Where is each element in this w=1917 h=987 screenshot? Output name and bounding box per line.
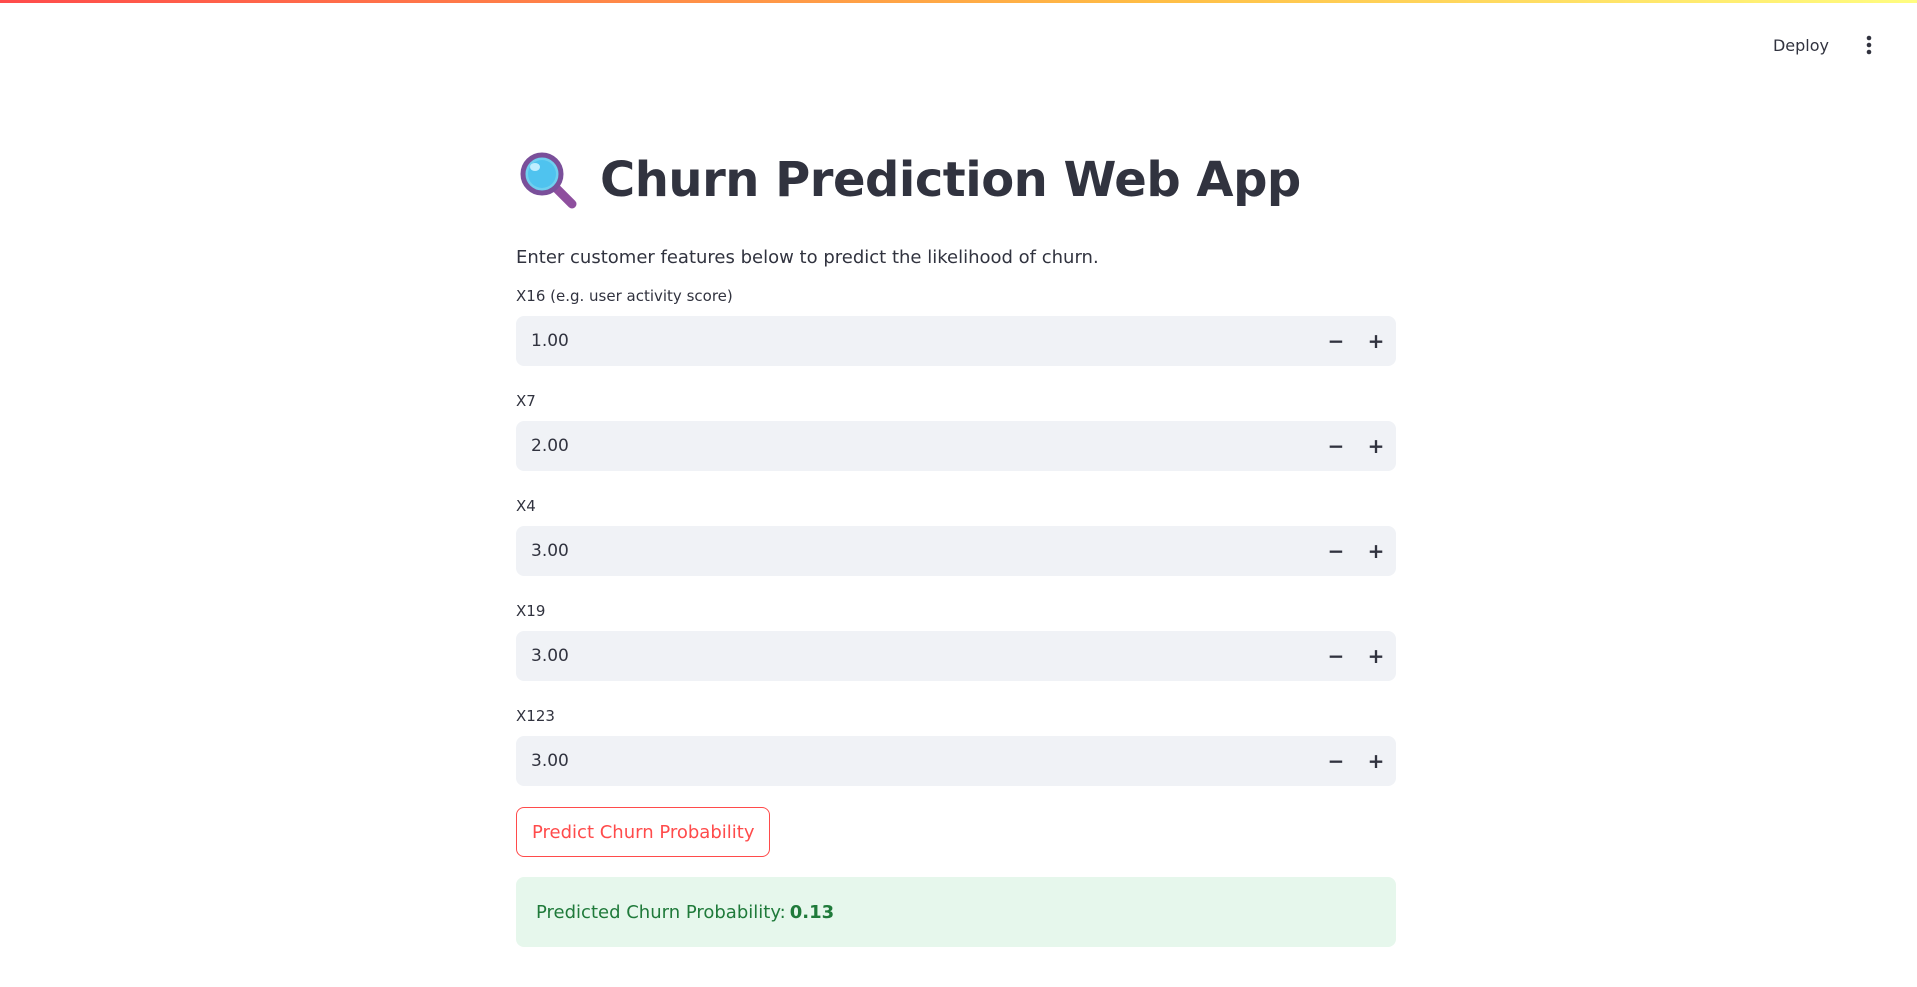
magnifying-glass-icon <box>516 148 580 212</box>
title-row: Churn Prediction Web App <box>516 140 1396 220</box>
result-value: 0.13 <box>789 901 835 923</box>
decrement-button[interactable]: − <box>1316 526 1356 576</box>
predict-churn-button[interactable]: Predict Churn Probability <box>516 807 771 857</box>
field-label: X123 <box>516 707 555 725</box>
decrement-button[interactable]: − <box>1316 316 1356 366</box>
kebab-menu-icon[interactable] <box>1859 30 1879 60</box>
field-x4: X4 − + <box>516 496 1396 576</box>
top-decoration-bar <box>0 0 1917 3</box>
field-label: X4 <box>516 497 536 515</box>
decrement-button[interactable]: − <box>1316 421 1356 471</box>
number-input: − + <box>516 526 1396 576</box>
deploy-button[interactable]: Deploy <box>1765 32 1837 59</box>
increment-button[interactable]: + <box>1356 316 1396 366</box>
x7-input[interactable] <box>516 435 1316 457</box>
number-input: − + <box>516 631 1396 681</box>
field-x19: X19 − + <box>516 601 1396 681</box>
field-label: X16 (e.g. user activity score) <box>516 287 733 305</box>
main-content: Churn Prediction Web App Enter customer … <box>516 140 1396 947</box>
header-toolbar: Deploy <box>1765 30 1879 60</box>
increment-button[interactable]: + <box>1356 526 1396 576</box>
x4-input[interactable] <box>516 540 1316 562</box>
decrement-button[interactable]: − <box>1316 631 1356 681</box>
increment-button[interactable]: + <box>1356 421 1396 471</box>
field-label: X19 <box>516 602 546 620</box>
page-subtitle: Enter customer features below to predict… <box>516 247 1099 268</box>
increment-button[interactable]: + <box>1356 631 1396 681</box>
number-input: − + <box>516 736 1396 786</box>
field-x123: X123 − + <box>516 706 1396 786</box>
decrement-button[interactable]: − <box>1316 736 1356 786</box>
number-input: − + <box>516 421 1396 471</box>
field-x7: X7 − + <box>516 391 1396 471</box>
result-label: Predicted Churn Probability: <box>536 901 786 923</box>
x16-input[interactable] <box>516 330 1316 352</box>
result-success-box: Predicted Churn Probability: 0.13 <box>516 877 1396 947</box>
number-input: − + <box>516 316 1396 366</box>
increment-button[interactable]: + <box>1356 736 1396 786</box>
x123-input[interactable] <box>516 750 1316 772</box>
field-label: X7 <box>516 392 536 410</box>
x19-input[interactable] <box>516 645 1316 667</box>
page-title: Churn Prediction Web App <box>600 152 1301 208</box>
field-x16: X16 (e.g. user activity score) − + <box>516 286 1396 366</box>
